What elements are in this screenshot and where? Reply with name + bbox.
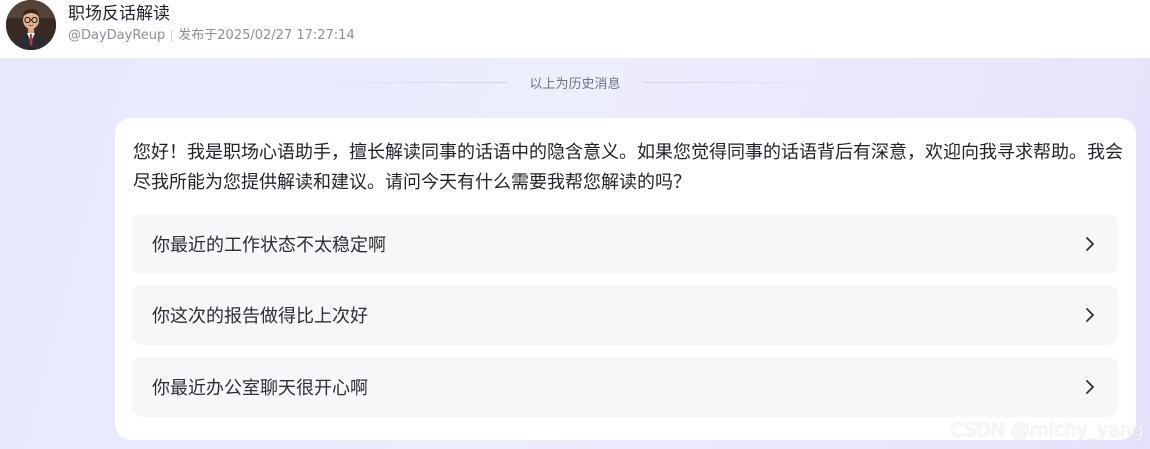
avatar-image xyxy=(6,0,56,50)
suggestion-label: 你这次的报告做得比上次好 xyxy=(152,306,368,327)
suggestion-label: 你最近办公室聊天很开心啊 xyxy=(152,378,368,399)
history-divider-label: 以上为历史消息 xyxy=(529,76,621,92)
chat-area: 以上为历史消息 您好！我是职场心语助手，擅长解读同事的话语中的隐含意义。如果您觉… xyxy=(0,58,1150,449)
avatar[interactable] xyxy=(6,0,56,50)
divider-line-left xyxy=(307,81,508,83)
suggestion-label: 你最近的工作状态不太稳定啊 xyxy=(152,235,386,256)
chevron-right-icon xyxy=(1082,236,1098,252)
chevron-right-icon xyxy=(1082,379,1098,395)
publish-time: 发布于2025/02/27 17:27:14 xyxy=(178,28,355,43)
history-divider: 以上为历史消息 xyxy=(0,72,1150,92)
divider-line-right xyxy=(642,81,843,83)
author-handle[interactable]: @DayDayReup xyxy=(68,27,165,45)
bot-title: 职场反话解读 xyxy=(68,4,170,24)
watermark: CSDN @michy_yang xyxy=(950,419,1144,441)
suggestion-button[interactable]: 你最近办公室聊天很开心啊 xyxy=(132,357,1118,417)
chevron-right-icon xyxy=(1082,307,1098,323)
bot-meta: @DayDayReup 发布于2025/02/27 17:27:14 xyxy=(68,27,355,45)
app-header: 职场反话解读 @DayDayReup 发布于2025/02/27 17:27:1… xyxy=(0,0,1150,58)
suggestion-button[interactable]: 你这次的报告做得比上次好 xyxy=(132,285,1118,345)
bot-message-bubble: 您好！我是职场心语助手，擅长解读同事的话语中的隐含意义。如果您觉得同事的话语背后… xyxy=(115,118,1136,440)
greeting-text: 您好！我是职场心语助手，擅长解读同事的话语中的隐含意义。如果您觉得同事的话语背后… xyxy=(133,142,1123,193)
suggestion-button[interactable]: 你最近的工作状态不太稳定啊 xyxy=(132,214,1118,274)
meta-divider xyxy=(171,30,173,42)
